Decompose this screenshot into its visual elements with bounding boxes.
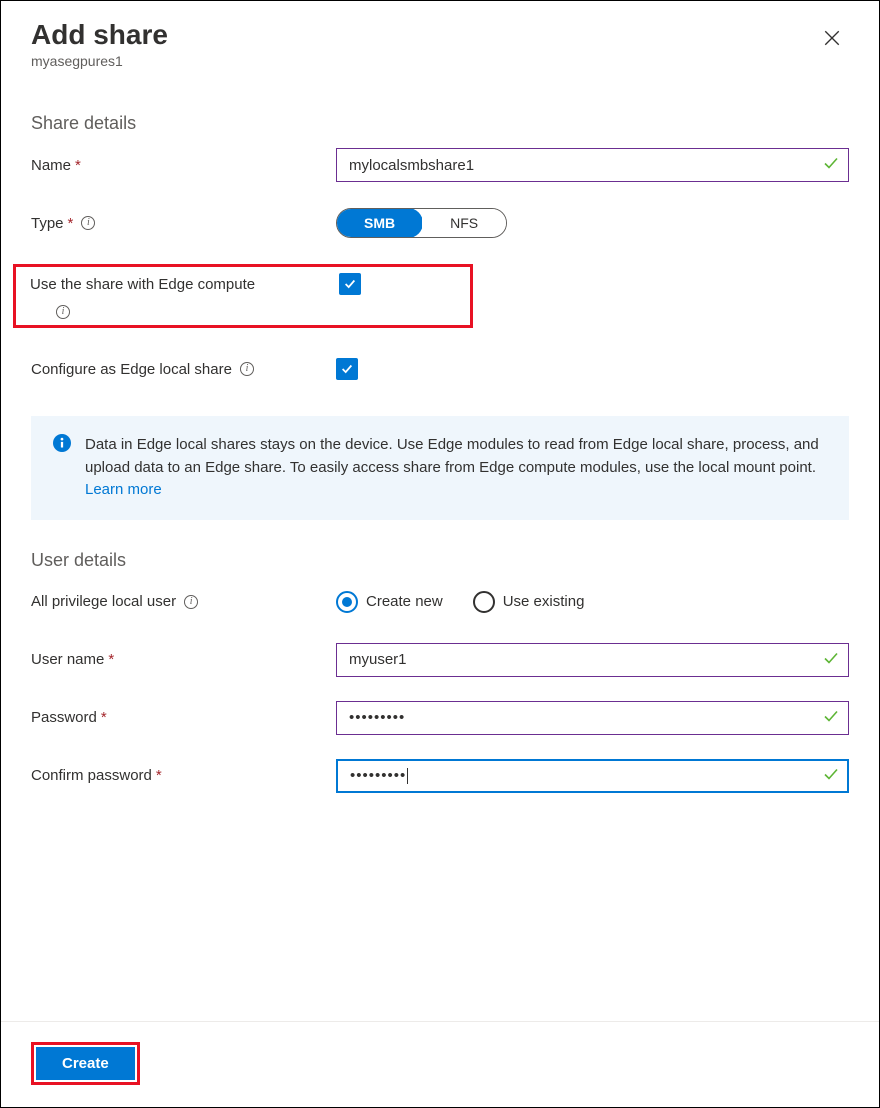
user-details-heading: User details <box>31 550 849 571</box>
info-callout: Data in Edge local shares stays on the d… <box>31 416 849 520</box>
learn-more-link[interactable]: Learn more <box>85 481 162 498</box>
required-indicator: * <box>75 157 81 174</box>
type-row: Type * i SMB NFS <box>31 206 849 240</box>
password-row: Password * <box>31 701 849 735</box>
edge-compute-label: Use the share with Edge compute <box>30 276 255 293</box>
text-caret <box>407 768 408 784</box>
password-label: Password <box>31 709 97 726</box>
radio-existing-label: Use existing <box>503 593 585 610</box>
panel-footer: Create <box>1 1021 879 1107</box>
password-input[interactable] <box>336 701 849 735</box>
name-label: Name <box>31 157 71 174</box>
type-option-nfs[interactable]: NFS <box>422 209 506 237</box>
type-toggle: SMB NFS <box>336 208 507 238</box>
info-icon[interactable]: i <box>240 362 254 376</box>
close-button[interactable] <box>815 25 849 55</box>
radio-create-label: Create new <box>366 593 443 610</box>
radio-use-existing[interactable]: Use existing <box>473 591 585 613</box>
info-callout-text: Data in Edge local shares stays on the d… <box>85 434 827 502</box>
edge-local-row: Configure as Edge local share i <box>31 352 849 386</box>
edge-compute-highlight: Use the share with Edge compute i <box>13 264 473 328</box>
required-indicator: * <box>108 651 114 668</box>
info-icon[interactable]: i <box>81 216 95 230</box>
privilege-label: All privilege local user <box>31 593 176 610</box>
required-indicator: * <box>101 709 107 726</box>
name-row: Name * <box>31 148 849 182</box>
info-callout-icon <box>53 434 71 502</box>
confirm-password-input[interactable]: ••••••••• <box>336 759 849 793</box>
confirm-password-label: Confirm password <box>31 767 152 784</box>
edge-local-label: Configure as Edge local share <box>31 361 232 378</box>
add-share-panel: Add share myasegpures1 Share details Nam… <box>1 1 879 1107</box>
info-icon[interactable]: i <box>56 305 70 319</box>
required-indicator: * <box>68 215 74 232</box>
panel-title: Add share <box>31 19 168 51</box>
create-button[interactable]: Create <box>36 1047 135 1080</box>
edge-compute-checkbox[interactable] <box>339 273 361 295</box>
type-option-smb[interactable]: SMB <box>336 208 423 238</box>
radio-create-new[interactable]: Create new <box>336 591 443 613</box>
panel-subtitle: myasegpures1 <box>31 53 168 69</box>
required-indicator: * <box>156 767 162 784</box>
create-button-highlight: Create <box>31 1042 140 1085</box>
edge-local-checkbox[interactable] <box>336 358 358 380</box>
username-row: User name * <box>31 643 849 677</box>
privilege-row: All privilege local user i Create new Us… <box>31 585 849 619</box>
name-input[interactable] <box>336 148 849 182</box>
share-details-heading: Share details <box>31 113 849 134</box>
user-mode-radio-group: Create new Use existing <box>336 591 584 613</box>
username-input[interactable] <box>336 643 849 677</box>
username-label: User name <box>31 651 104 668</box>
type-label: Type <box>31 215 64 232</box>
confirm-password-row: Confirm password * ••••••••• <box>31 759 849 793</box>
info-icon[interactable]: i <box>184 595 198 609</box>
panel-header: Add share myasegpures1 <box>31 19 849 69</box>
